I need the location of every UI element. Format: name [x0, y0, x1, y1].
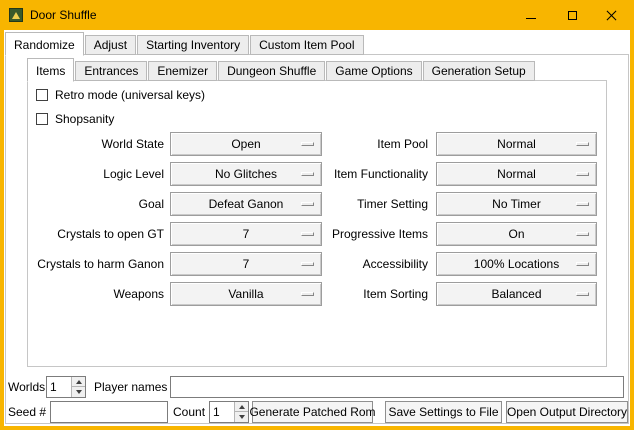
window-title: Door Shuffle [30, 0, 97, 30]
dropdown-indicator-icon [576, 262, 589, 266]
dropdown-value: No Timer [492, 197, 541, 211]
count-label: Count [173, 401, 205, 423]
label-item-pool: Item Pool [318, 132, 428, 156]
dropdown-goal[interactable]: Defeat Ganon [170, 192, 322, 216]
dropdown-value: 7 [243, 227, 250, 241]
dropdown-logic-level[interactable]: No Glitches [170, 162, 322, 186]
label-logic-level: Logic Level [30, 162, 164, 186]
tab-entrances[interactable]: Entrances [75, 61, 147, 81]
label-goal: Goal [30, 192, 164, 216]
stepper-arrows [71, 377, 85, 397]
dropdown-weapons[interactable]: Vanilla [170, 282, 322, 306]
tab-starting-inventory[interactable]: Starting Inventory [137, 35, 249, 55]
window: Door Shuffle Randomize Adjust Starting I… [0, 0, 634, 430]
player-names-label: Player names [94, 376, 167, 398]
tab-custom-item-pool[interactable]: Custom Item Pool [250, 35, 363, 55]
checkbox-shopsanity[interactable]: Shopsanity [36, 112, 114, 126]
dropdown-indicator-icon [301, 142, 314, 146]
seed-input[interactable] [50, 401, 168, 423]
dropdown-item-sorting[interactable]: Balanced [436, 282, 597, 306]
checkbox-box [36, 89, 48, 101]
arrow-down-icon [76, 390, 82, 394]
dropdown-accessibility[interactable]: 100% Locations [436, 252, 597, 276]
dropdown-indicator-icon [301, 262, 314, 266]
arrow-down-icon [239, 415, 245, 419]
arrow-up-icon [239, 405, 245, 409]
tab-adjust[interactable]: Adjust [85, 35, 136, 55]
stepper-down-button[interactable] [234, 412, 248, 422]
minimize-button[interactable] [512, 0, 550, 30]
dropdown-indicator-icon [301, 292, 314, 296]
dropdown-value: Vanilla [228, 287, 263, 301]
stepper-up-button[interactable] [71, 377, 85, 387]
label-world-state: World State [30, 132, 164, 156]
worlds-label: Worlds [8, 376, 45, 398]
dropdown-indicator-icon [301, 202, 314, 206]
label-item-sorting: Item Sorting [318, 282, 428, 306]
arrow-up-icon [76, 380, 82, 384]
stepper-down-button[interactable] [71, 387, 85, 397]
inner-tab-bar: Items Entrances Enemizer Dungeon Shuffle… [27, 58, 536, 81]
minimize-icon [526, 18, 536, 19]
checkbox-retro-mode[interactable]: Retro mode (universal keys) [36, 88, 205, 102]
label-timer-setting: Timer Setting [318, 192, 428, 216]
tab-generation-setup[interactable]: Generation Setup [423, 61, 535, 81]
checkbox-box [36, 113, 48, 125]
dropdown-value: Normal [497, 167, 536, 181]
dropdown-item-functionality[interactable]: Normal [436, 162, 597, 186]
open-output-directory-button[interactable]: Open Output Directory [506, 401, 628, 423]
count-input[interactable] [210, 402, 234, 422]
stepper-up-button[interactable] [234, 402, 248, 412]
tab-enemizer[interactable]: Enemizer [148, 61, 217, 81]
tab-dungeon-shuffle[interactable]: Dungeon Shuffle [218, 61, 325, 81]
player-names-input[interactable] [170, 376, 624, 398]
label-crystals-harm-ganon: Crystals to harm Ganon [30, 252, 164, 276]
dropdown-indicator-icon [576, 232, 589, 236]
dropdown-indicator-icon [301, 232, 314, 236]
dropdown-value: 100% Locations [474, 257, 559, 271]
dropdown-indicator-icon [576, 202, 589, 206]
checkbox-label: Shopsanity [55, 112, 114, 126]
dropdown-value: No Glitches [215, 167, 277, 181]
dropdown-world-state[interactable]: Open [170, 132, 322, 156]
dropdown-value: Defeat Ganon [209, 197, 284, 211]
dropdown-value: Open [231, 137, 260, 151]
tab-game-options[interactable]: Game Options [326, 61, 421, 81]
dropdown-item-pool[interactable]: Normal [436, 132, 597, 156]
stepper-arrows [234, 402, 248, 422]
label-weapons: Weapons [30, 282, 164, 306]
dropdown-indicator-icon [301, 172, 314, 176]
app-icon [9, 8, 23, 22]
worlds-input[interactable] [47, 377, 71, 397]
close-button[interactable] [592, 0, 630, 30]
titlebar[interactable]: Door Shuffle [0, 0, 634, 30]
dropdown-value: 7 [243, 257, 250, 271]
checkbox-label: Retro mode (universal keys) [55, 88, 205, 102]
dropdown-value: Balanced [491, 287, 541, 301]
dropdown-indicator-icon [576, 142, 589, 146]
top-tab-bar: Randomize Adjust Starting Inventory Cust… [5, 32, 365, 55]
seed-label: Seed # [8, 401, 46, 423]
maximize-icon [568, 11, 577, 20]
label-crystals-open-gt: Crystals to open GT [30, 222, 164, 246]
worlds-stepper[interactable] [46, 376, 86, 398]
dropdown-progressive-items[interactable]: On [436, 222, 597, 246]
count-stepper[interactable] [209, 401, 249, 423]
maximize-button[interactable] [553, 0, 591, 30]
dropdown-value: On [508, 227, 524, 241]
label-accessibility: Accessibility [318, 252, 428, 276]
label-item-functionality: Item Functionality [318, 162, 428, 186]
generate-patched-rom-button[interactable]: Generate Patched Rom [252, 401, 373, 423]
dropdown-timer-setting[interactable]: No Timer [436, 192, 597, 216]
close-icon [606, 10, 617, 21]
save-settings-button[interactable]: Save Settings to File [385, 401, 502, 423]
dropdown-indicator-icon [576, 292, 589, 296]
dropdown-crystals-open-gt[interactable]: 7 [170, 222, 322, 246]
tab-randomize[interactable]: Randomize [5, 32, 84, 56]
dropdown-indicator-icon [576, 172, 589, 176]
dropdown-crystals-harm-ganon[interactable]: 7 [170, 252, 322, 276]
tab-items[interactable]: Items [27, 58, 74, 82]
dropdown-value: Normal [497, 137, 536, 151]
label-progressive-items: Progressive Items [318, 222, 428, 246]
